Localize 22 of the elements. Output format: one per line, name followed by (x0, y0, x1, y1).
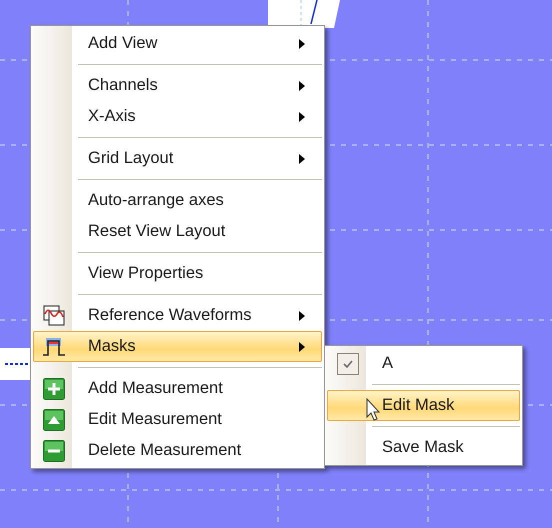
checkbox[interactable] (336, 352, 358, 374)
minus-icon (42, 440, 64, 462)
menu-item[interactable]: Add View (33, 28, 322, 59)
menu-item[interactable]: Edit Mask (327, 390, 520, 421)
menu-item[interactable]: A (327, 348, 520, 379)
menu-item[interactable]: Grid Layout (33, 143, 322, 174)
menu-item[interactable]: Edit Measurement (33, 404, 322, 435)
menu-item[interactable]: Delete Measurement (33, 435, 322, 466)
menu-item[interactable]: Channels (33, 70, 322, 101)
menu-item[interactable]: Save Mask (327, 432, 520, 463)
menu-item[interactable]: Masks (33, 331, 322, 362)
plus-icon (42, 378, 64, 400)
menu-item[interactable]: Reference Waveforms (33, 300, 322, 331)
menu-item[interactable]: View Properties (33, 258, 322, 289)
menu-item[interactable]: Reset View Layout (33, 216, 322, 247)
pulse-icon (42, 336, 66, 356)
menu-item[interactable]: Auto-arrange axes (33, 185, 322, 216)
mouse-pointer-icon (366, 398, 380, 422)
menu-item[interactable]: X-Axis (33, 101, 322, 132)
checkmark-icon (342, 360, 352, 368)
menu-item[interactable]: Add Measurement (33, 373, 322, 404)
waveform-window-icon (42, 304, 64, 326)
